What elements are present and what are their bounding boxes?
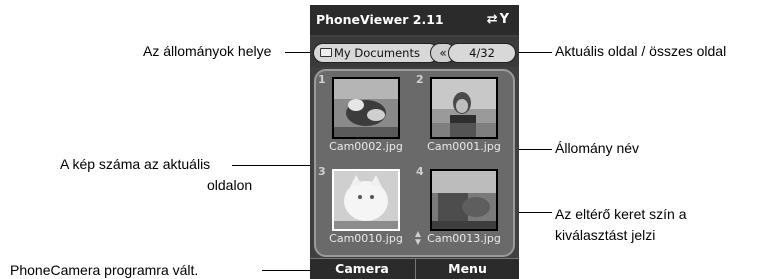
thumbnail-cell-3[interactable]: 3 Cam0010.jpg xyxy=(318,165,414,255)
app-title: PhoneViewer 2.11 xyxy=(316,12,444,27)
thumbnail-image xyxy=(332,77,400,139)
thumbnail-cell-1[interactable]: 1 Cam0002.jpg xyxy=(318,73,414,163)
thumbnail-number: 1 xyxy=(318,73,326,86)
callout-image-number-line1: A kép száma az aktuális xyxy=(60,156,211,172)
page-indicator[interactable]: 4/32 xyxy=(448,43,516,63)
callout-selection-line2: kiválasztást jelzi xyxy=(555,227,656,243)
callout-filename: Állomány név xyxy=(555,140,640,156)
tab-row: My Documents « 4/32 xyxy=(310,37,519,67)
thumbnail-cell-4[interactable]: 4 Cam0013.jpg xyxy=(416,165,512,255)
thumbnail-filename: Cam0002.jpg xyxy=(329,140,403,153)
phone-screen: PhoneViewer 2.11 ⇄Y My Documents « 4/32 … xyxy=(310,5,519,279)
thumbnail-filename: Cam0013.jpg xyxy=(427,232,501,245)
thumbnail-image xyxy=(430,77,498,139)
callout-page-count: Aktuális oldal / összes oldal xyxy=(555,43,727,59)
title-bar: PhoneViewer 2.11 ⇄Y xyxy=(310,5,519,35)
callout-camera: PhoneCamera programra vált. xyxy=(10,262,199,278)
folder-label: My Documents xyxy=(334,46,420,60)
thumbnail-image xyxy=(332,169,400,231)
thumbnail-cell-2[interactable]: 2 Cam0001.jpg xyxy=(416,73,512,163)
menu-softkey[interactable]: Menu xyxy=(415,259,519,279)
callout-line-page xyxy=(517,52,552,53)
folder-icon xyxy=(320,48,332,57)
scroll-arrows-icon[interactable]: ▲ ▼ xyxy=(413,230,423,248)
camera-softkey[interactable]: Camera xyxy=(310,259,414,279)
thumbnail-image xyxy=(430,169,498,231)
callout-image-number-line2: oldalon xyxy=(207,177,253,193)
thumbnail-filename: Cam0001.jpg xyxy=(427,140,501,153)
folder-tab[interactable]: My Documents xyxy=(313,43,439,63)
thumbnail-filename: Cam0010.jpg xyxy=(329,232,403,245)
thumbnail-number: 3 xyxy=(318,165,326,178)
signal-connection-icon: ⇄Y xyxy=(486,12,511,27)
callout-line-camera xyxy=(262,270,310,271)
thumbnail-grid: 1 Cam0002.jpg 2 Cam0001.jpg 3 Cam0010.jp… xyxy=(314,69,515,257)
thumbnail-number: 2 xyxy=(416,73,424,86)
callout-files-location: Az állományok helye xyxy=(143,43,272,59)
callout-line-image-number xyxy=(232,165,317,166)
softkey-bar: Camera Menu xyxy=(310,258,519,279)
callout-selection-line1: Az eltérő keret szín a xyxy=(555,206,687,222)
thumbnail-number: 4 xyxy=(416,165,424,178)
